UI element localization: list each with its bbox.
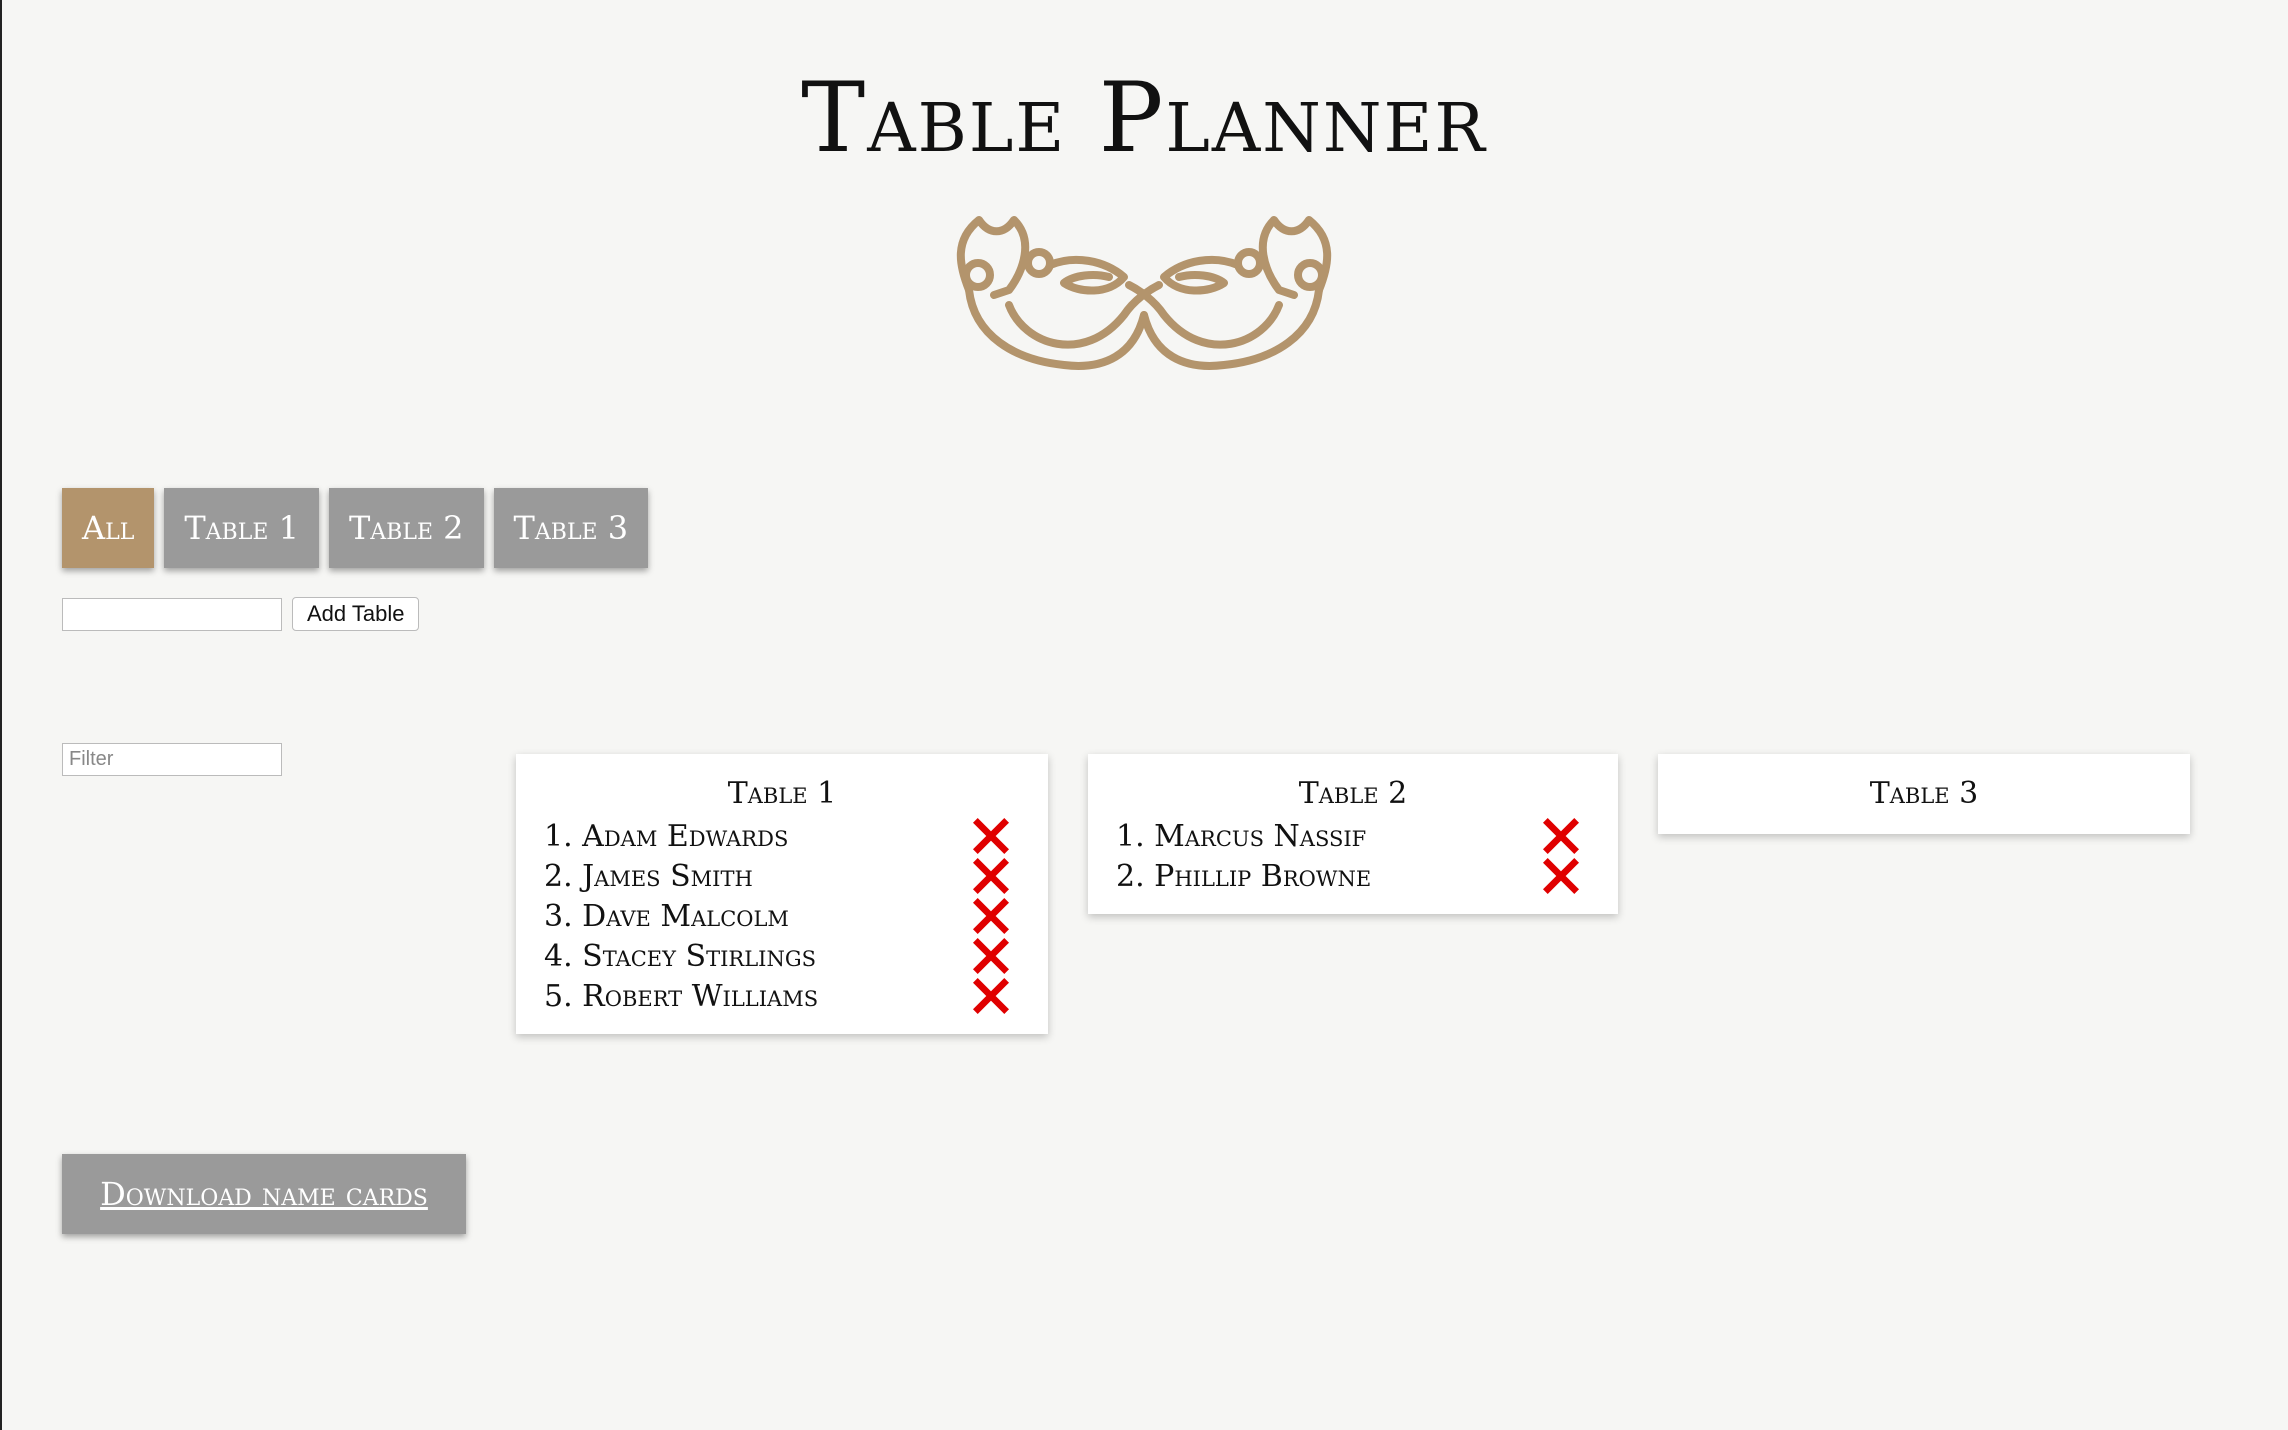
table-card-title: Table 1 [727, 776, 837, 811]
guest-row: 3. Dave Malcolm [544, 896, 1020, 936]
close-icon[interactable] [1542, 857, 1580, 895]
guest-name: 1. Adam Edwards [544, 818, 789, 854]
table-tabs: All Table 1 Table 2 Table 3 [62, 488, 649, 568]
table-card-3: Table 3 [1658, 754, 2190, 834]
guest-name: 5. Robert Williams [544, 978, 819, 1014]
guest-row: 2. James Smith [544, 856, 1020, 896]
table-card-1: Table 1 1. Adam Edwards 2. James Smith 3… [516, 754, 1048, 1034]
add-table-form: Add Table [62, 597, 420, 631]
tab-all[interactable]: All [62, 488, 155, 568]
close-icon[interactable] [972, 857, 1010, 895]
close-icon[interactable] [972, 817, 1010, 855]
tab-table-2[interactable]: Table 2 [328, 488, 484, 568]
add-table-button[interactable]: Add Table [292, 597, 420, 631]
guest-row: 1. Adam Edwards [544, 816, 1020, 856]
guest-row: 2. Phillip Browne [1116, 856, 1590, 896]
download-name-cards-button[interactable]: Download name cards [62, 1154, 466, 1234]
guest-row: 4. Stacey Stirlings [544, 936, 1020, 976]
new-table-input[interactable] [62, 597, 282, 631]
guest-name: 2. Phillip Browne [1116, 858, 1372, 894]
table-card-2: Table 2 1. Marcus Nassif 2. Phillip Brow… [1088, 754, 1618, 914]
close-icon[interactable] [972, 977, 1010, 1015]
tab-table-3[interactable]: Table 3 [493, 488, 649, 568]
close-icon[interactable] [1542, 817, 1580, 855]
guest-row: 5. Robert Williams [544, 976, 1020, 1016]
guest-name: 2. James Smith [544, 858, 753, 894]
close-icon[interactable] [972, 937, 1010, 975]
close-icon[interactable] [972, 897, 1010, 935]
table-card-title: Table 2 [1298, 776, 1408, 811]
guest-name: 4. Stacey Stirlings [544, 938, 816, 974]
guest-name: 1. Marcus Nassif [1116, 818, 1367, 854]
page-header: Table Planner [0, 70, 2288, 166]
guest-row: 1. Marcus Nassif [1116, 816, 1590, 856]
window-edge [0, 0, 2, 1430]
table-card-title: Table 3 [1869, 776, 1979, 811]
tab-table-1[interactable]: Table 1 [164, 488, 319, 568]
thistle-ornament-icon [956, 216, 1332, 370]
guest-name: 3. Dave Malcolm [544, 898, 789, 934]
filter-input[interactable] [62, 743, 282, 776]
page-title: Table Planner [801, 62, 1487, 174]
